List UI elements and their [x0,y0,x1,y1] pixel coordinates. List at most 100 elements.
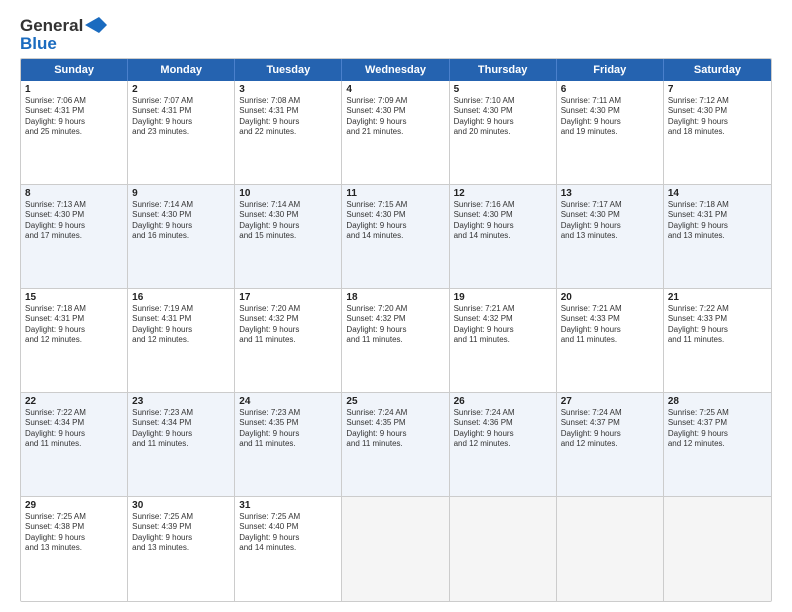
calendar-cell: 28Sunrise: 7:25 AM Sunset: 4:37 PM Dayli… [664,393,771,496]
calendar-cell: 23Sunrise: 7:23 AM Sunset: 4:34 PM Dayli… [128,393,235,496]
logo-arrow-icon [85,17,107,33]
day-info: Sunrise: 7:09 AM Sunset: 4:30 PM Dayligh… [346,96,444,138]
day-number: 26 [454,396,552,407]
week-row-5: 29Sunrise: 7:25 AM Sunset: 4:38 PM Dayli… [21,497,771,601]
calendar-cell: 4Sunrise: 7:09 AM Sunset: 4:30 PM Daylig… [342,81,449,184]
day-info: Sunrise: 7:13 AM Sunset: 4:30 PM Dayligh… [25,200,123,242]
header-cell-saturday: Saturday [664,59,771,81]
calendar-cell: 14Sunrise: 7:18 AM Sunset: 4:31 PM Dayli… [664,185,771,288]
day-number: 7 [668,84,767,95]
day-info: Sunrise: 7:24 AM Sunset: 4:37 PM Dayligh… [561,408,659,450]
calendar-cell: 27Sunrise: 7:24 AM Sunset: 4:37 PM Dayli… [557,393,664,496]
day-info: Sunrise: 7:24 AM Sunset: 4:36 PM Dayligh… [454,408,552,450]
day-number: 11 [346,188,444,199]
calendar-cell: 5Sunrise: 7:10 AM Sunset: 4:30 PM Daylig… [450,81,557,184]
calendar-cell: 2Sunrise: 7:07 AM Sunset: 4:31 PM Daylig… [128,81,235,184]
day-info: Sunrise: 7:16 AM Sunset: 4:30 PM Dayligh… [454,200,552,242]
day-info: Sunrise: 7:10 AM Sunset: 4:30 PM Dayligh… [454,96,552,138]
day-info: Sunrise: 7:25 AM Sunset: 4:37 PM Dayligh… [668,408,767,450]
calendar-cell: 29Sunrise: 7:25 AM Sunset: 4:38 PM Dayli… [21,497,128,601]
calendar-cell: 6Sunrise: 7:11 AM Sunset: 4:30 PM Daylig… [557,81,664,184]
day-number: 1 [25,84,123,95]
header-cell-friday: Friday [557,59,664,81]
day-number: 16 [132,292,230,303]
day-info: Sunrise: 7:11 AM Sunset: 4:30 PM Dayligh… [561,96,659,138]
calendar-cell: 7Sunrise: 7:12 AM Sunset: 4:30 PM Daylig… [664,81,771,184]
day-number: 21 [668,292,767,303]
day-info: Sunrise: 7:17 AM Sunset: 4:30 PM Dayligh… [561,200,659,242]
calendar-cell: 10Sunrise: 7:14 AM Sunset: 4:30 PM Dayli… [235,185,342,288]
day-info: Sunrise: 7:06 AM Sunset: 4:31 PM Dayligh… [25,96,123,138]
calendar-cell: 22Sunrise: 7:22 AM Sunset: 4:34 PM Dayli… [21,393,128,496]
logo-general: General [20,16,83,36]
day-info: Sunrise: 7:20 AM Sunset: 4:32 PM Dayligh… [346,304,444,346]
header-cell-monday: Monday [128,59,235,81]
calendar-cell: 8Sunrise: 7:13 AM Sunset: 4:30 PM Daylig… [21,185,128,288]
day-number: 19 [454,292,552,303]
day-number: 9 [132,188,230,199]
day-number: 29 [25,500,123,511]
day-number: 18 [346,292,444,303]
calendar-cell: 30Sunrise: 7:25 AM Sunset: 4:39 PM Dayli… [128,497,235,601]
calendar-cell: 18Sunrise: 7:20 AM Sunset: 4:32 PM Dayli… [342,289,449,392]
day-info: Sunrise: 7:21 AM Sunset: 4:33 PM Dayligh… [561,304,659,346]
header-cell-sunday: Sunday [21,59,128,81]
day-number: 13 [561,188,659,199]
logo: General Blue [20,16,107,54]
day-info: Sunrise: 7:25 AM Sunset: 4:40 PM Dayligh… [239,512,337,554]
day-info: Sunrise: 7:18 AM Sunset: 4:31 PM Dayligh… [25,304,123,346]
header-cell-tuesday: Tuesday [235,59,342,81]
day-number: 30 [132,500,230,511]
day-number: 10 [239,188,337,199]
calendar-cell: 3Sunrise: 7:08 AM Sunset: 4:31 PM Daylig… [235,81,342,184]
day-number: 4 [346,84,444,95]
calendar-cell: 1Sunrise: 7:06 AM Sunset: 4:31 PM Daylig… [21,81,128,184]
day-info: Sunrise: 7:07 AM Sunset: 4:31 PM Dayligh… [132,96,230,138]
day-number: 20 [561,292,659,303]
calendar-cell: 9Sunrise: 7:14 AM Sunset: 4:30 PM Daylig… [128,185,235,288]
day-info: Sunrise: 7:22 AM Sunset: 4:34 PM Dayligh… [25,408,123,450]
calendar-cell: 20Sunrise: 7:21 AM Sunset: 4:33 PM Dayli… [557,289,664,392]
day-info: Sunrise: 7:23 AM Sunset: 4:34 PM Dayligh… [132,408,230,450]
calendar-cell [450,497,557,601]
calendar-body: 1Sunrise: 7:06 AM Sunset: 4:31 PM Daylig… [21,81,771,601]
day-number: 8 [25,188,123,199]
calendar-cell [664,497,771,601]
day-info: Sunrise: 7:25 AM Sunset: 4:38 PM Dayligh… [25,512,123,554]
day-number: 14 [668,188,767,199]
calendar-cell: 16Sunrise: 7:19 AM Sunset: 4:31 PM Dayli… [128,289,235,392]
day-info: Sunrise: 7:15 AM Sunset: 4:30 PM Dayligh… [346,200,444,242]
day-info: Sunrise: 7:08 AM Sunset: 4:31 PM Dayligh… [239,96,337,138]
day-number: 24 [239,396,337,407]
day-number: 3 [239,84,337,95]
day-number: 23 [132,396,230,407]
day-info: Sunrise: 7:21 AM Sunset: 4:32 PM Dayligh… [454,304,552,346]
day-info: Sunrise: 7:22 AM Sunset: 4:33 PM Dayligh… [668,304,767,346]
day-number: 28 [668,396,767,407]
calendar-cell: 13Sunrise: 7:17 AM Sunset: 4:30 PM Dayli… [557,185,664,288]
page: General Blue SundayMondayTuesdayWednesda… [0,0,792,612]
calendar-cell: 24Sunrise: 7:23 AM Sunset: 4:35 PM Dayli… [235,393,342,496]
day-number: 2 [132,84,230,95]
week-row-4: 22Sunrise: 7:22 AM Sunset: 4:34 PM Dayli… [21,393,771,497]
calendar-cell [342,497,449,601]
calendar-cell: 25Sunrise: 7:24 AM Sunset: 4:35 PM Dayli… [342,393,449,496]
day-number: 17 [239,292,337,303]
calendar-cell: 31Sunrise: 7:25 AM Sunset: 4:40 PM Dayli… [235,497,342,601]
header-cell-thursday: Thursday [450,59,557,81]
day-info: Sunrise: 7:18 AM Sunset: 4:31 PM Dayligh… [668,200,767,242]
day-number: 5 [454,84,552,95]
day-number: 22 [25,396,123,407]
day-number: 25 [346,396,444,407]
header-cell-wednesday: Wednesday [342,59,449,81]
day-number: 6 [561,84,659,95]
day-info: Sunrise: 7:25 AM Sunset: 4:39 PM Dayligh… [132,512,230,554]
day-number: 27 [561,396,659,407]
calendar: SundayMondayTuesdayWednesdayThursdayFrid… [20,58,772,602]
week-row-1: 1Sunrise: 7:06 AM Sunset: 4:31 PM Daylig… [21,81,771,185]
calendar-cell: 15Sunrise: 7:18 AM Sunset: 4:31 PM Dayli… [21,289,128,392]
day-info: Sunrise: 7:19 AM Sunset: 4:31 PM Dayligh… [132,304,230,346]
day-info: Sunrise: 7:14 AM Sunset: 4:30 PM Dayligh… [132,200,230,242]
calendar-cell: 12Sunrise: 7:16 AM Sunset: 4:30 PM Dayli… [450,185,557,288]
calendar-cell: 19Sunrise: 7:21 AM Sunset: 4:32 PM Dayli… [450,289,557,392]
